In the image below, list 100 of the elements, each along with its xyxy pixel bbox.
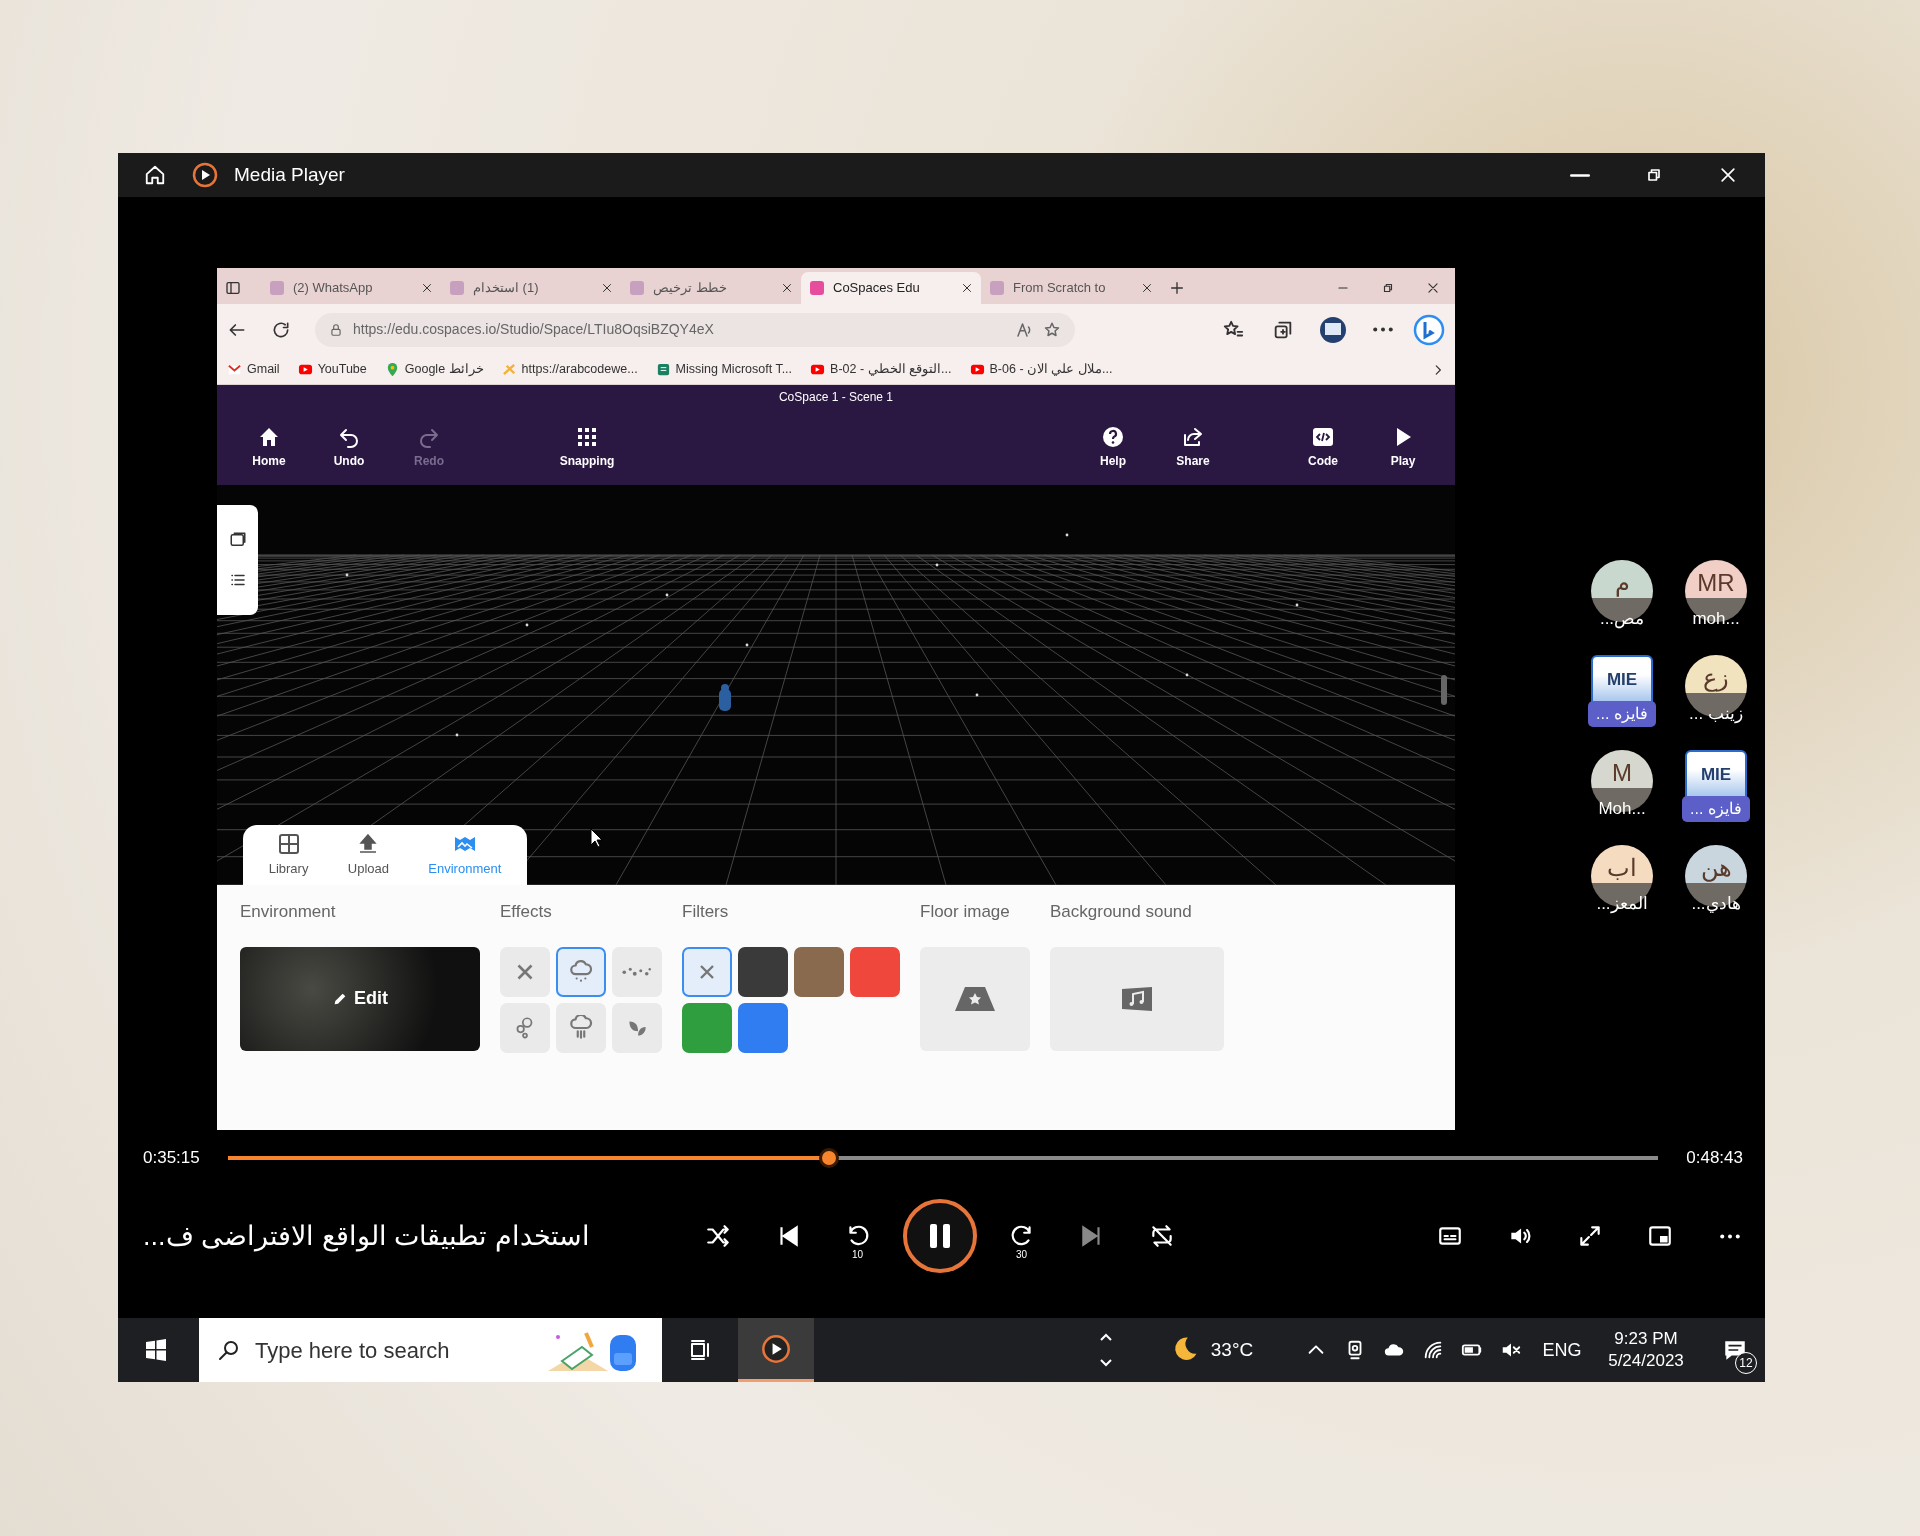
bookmark-link[interactable]: Google خرائط (384, 360, 484, 379)
filter-swatch[interactable] (682, 1002, 732, 1053)
toolbar-button[interactable]: Snapping (547, 420, 627, 474)
tab-favicon-icon (989, 280, 1005, 296)
notification-count: 12 (1735, 1352, 1757, 1374)
scroll-handle[interactable] (1441, 675, 1447, 705)
effect-tile[interactable] (612, 946, 662, 997)
toolbar-button[interactable]: Play (1363, 420, 1443, 474)
close-icon (1141, 282, 1153, 294)
panel-tab[interactable]: Library (268, 831, 309, 879)
media-player-logo-icon (761, 1333, 791, 1364)
browser-tab[interactable]: خطط ترخيص (621, 272, 801, 304)
browser-tab[interactable]: From Scratch to (981, 272, 1161, 304)
skip-back-button[interactable]: 10 (823, 1206, 893, 1266)
music-note-icon (1120, 985, 1154, 1012)
bookmark-video-icon (810, 362, 826, 377)
section-heading: Floor image (920, 901, 1011, 923)
no-filter-tile[interactable] (682, 946, 732, 997)
browser-tab[interactable]: CoSpaces Edu (801, 272, 981, 304)
section-heading: Environment (240, 901, 337, 923)
reload-icon (271, 319, 291, 340)
search-icon (217, 1338, 241, 1362)
clock[interactable]: 9:23 PM 5/24/2023 (1601, 1318, 1691, 1382)
participant-name: Moh... (1598, 798, 1646, 820)
close-icon (1718, 165, 1738, 185)
section-heading: Effects (500, 901, 553, 923)
bookmark-star-icon (501, 362, 517, 377)
background-sound-tile[interactable] (1050, 946, 1224, 1051)
bookmark-mail-icon (227, 362, 242, 377)
copilot-button[interactable] (1413, 313, 1445, 346)
toolbar-button[interactable]: Help (1073, 420, 1153, 474)
filter-swatch[interactable] (850, 946, 900, 997)
bookmark-link[interactable]: Missing Microsoft T... (655, 360, 793, 379)
bookmark-link[interactable]: https://arabcodewe... (501, 360, 638, 379)
browser-tab[interactable]: (1) استخدام (441, 272, 621, 304)
section-heading: Background sound (1050, 901, 1193, 923)
skip-forward-button[interactable]: 30 (987, 1206, 1057, 1266)
seek-thumb[interactable] (818, 1148, 839, 1168)
dust-icon (622, 967, 652, 976)
filter-swatch[interactable] (794, 946, 844, 997)
favorite-add-icon (1043, 320, 1061, 339)
video-title: استخدام تطبيقات الواقع الافتراضى ف... (143, 1219, 591, 1254)
notifications-button[interactable]: 12 (1705, 1318, 1765, 1382)
lock-icon (329, 322, 343, 337)
filter-swatch[interactable] (738, 946, 788, 997)
toolbar-button[interactable]: Share (1153, 420, 1233, 474)
profile-avatar-icon (1319, 315, 1347, 344)
close-icon (421, 282, 433, 294)
mini-player-icon (1647, 1223, 1673, 1249)
toolbar-button[interactable]: Undo (309, 420, 389, 474)
effect-tile[interactable] (500, 946, 550, 997)
total-time: 0:48:43 (1686, 1147, 1743, 1170)
taskbar-search-field[interactable]: Type here to search (199, 1318, 662, 1382)
expand-icon (1577, 1223, 1603, 1249)
cursor-icon (590, 828, 604, 848)
library-icon (276, 831, 301, 856)
participant-name: فايزه ... (1682, 796, 1750, 822)
scene-title: CoSpace 1 - Scene 1 (778, 389, 894, 406)
close-icon (781, 282, 793, 294)
profile-picture: MIE (1685, 750, 1747, 798)
participant-name: المعز... (1596, 893, 1648, 915)
toolbar-button[interactable]: Home (229, 420, 309, 474)
bookmark-link[interactable]: B-02 - التوقع الخطي... (810, 360, 952, 379)
toolbar-button[interactable]: Code (1283, 420, 1363, 474)
filter-swatch[interactable] (738, 1002, 788, 1053)
weather-widget[interactable]: 33°C (1151, 1318, 1271, 1382)
effect-tile[interactable] (612, 1002, 662, 1053)
browser-tab[interactable]: (2) WhatsApp (261, 272, 441, 304)
more-icon (1373, 327, 1393, 332)
media-player-taskbar-button[interactable] (738, 1318, 814, 1382)
section-heading: Filters (682, 901, 730, 923)
panel-tab[interactable]: Upload (347, 831, 389, 879)
plus-icon (1169, 280, 1185, 296)
image-icon (228, 531, 247, 549)
language-indicator[interactable]: ENG (1537, 1318, 1587, 1382)
bookmark-link[interactable]: YouTube (297, 360, 367, 379)
effect-tile[interactable] (500, 1002, 550, 1053)
profile-picture: MIE (1591, 655, 1653, 703)
pause-icon (927, 1222, 953, 1250)
rain-icon (568, 1014, 594, 1041)
windows-logo-icon (144, 1338, 168, 1362)
tab-favicon-icon (449, 280, 465, 296)
effect-tile[interactable] (556, 946, 606, 997)
floor-image-tile[interactable] (920, 946, 1030, 1051)
repeat-off-icon (1149, 1223, 1175, 1249)
bookmark-link[interactable]: Gmail (227, 360, 280, 379)
more-icon (1720, 1233, 1740, 1239)
address-field[interactable]: https://edu.cospaces.io/Studio/Space/LTIu8OqsiBZQY4eX (315, 312, 1075, 347)
snow-icon (568, 958, 594, 985)
task-view-icon (688, 1338, 712, 1362)
tab-actions-icon (225, 280, 241, 296)
gallery-button[interactable] (228, 531, 247, 549)
edit-button[interactable]: Edit (326, 984, 394, 1013)
bookmark-link[interactable]: B-06 - ملال علي الان... (969, 360, 1113, 379)
participant-name: moh... (1692, 608, 1740, 630)
floor-image-icon (953, 984, 997, 1013)
home-icon (144, 164, 166, 186)
tab-favicon-icon (629, 280, 645, 296)
media-player-logo-icon (192, 162, 218, 188)
effect-tile[interactable] (556, 1002, 606, 1053)
